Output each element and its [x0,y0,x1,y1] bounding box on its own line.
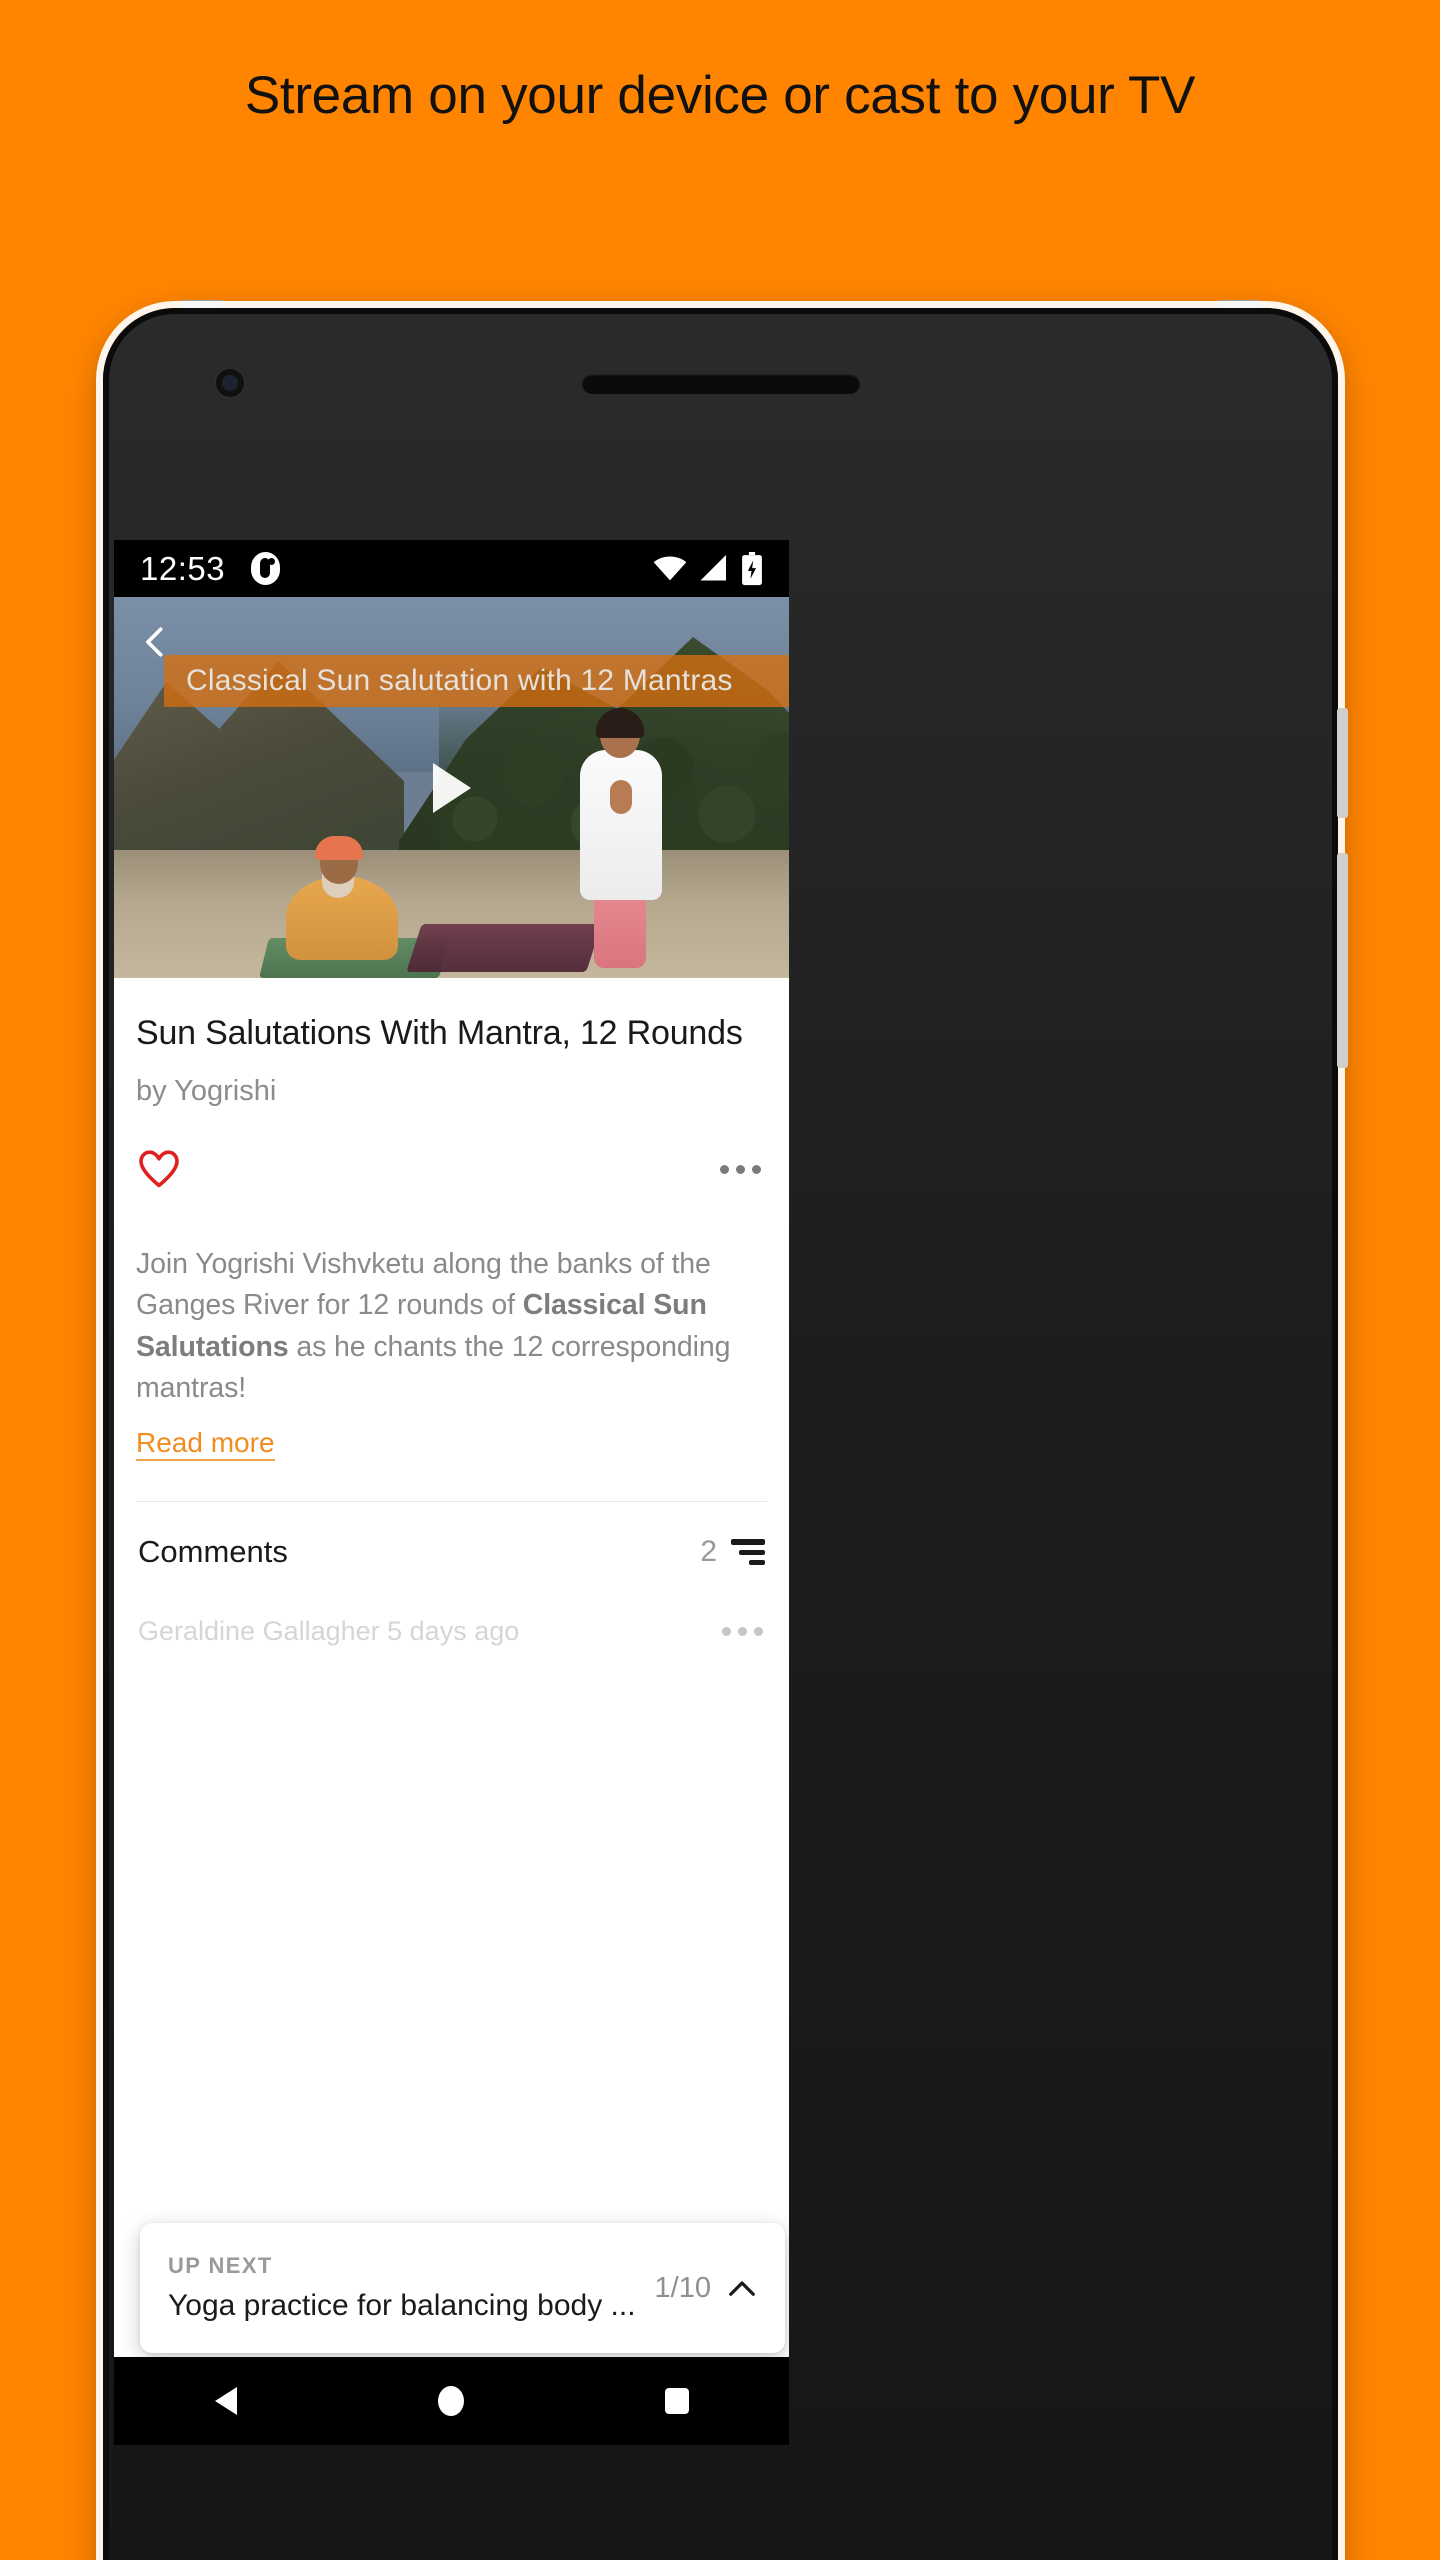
read-more-link[interactable]: Read more [136,1427,275,1462]
page-title: Sun Salutations With Mantra, 12 Rounds [136,1014,743,1052]
up-next-card[interactable]: UP NEXT Yoga practice for balancing body… [140,2223,785,2353]
phone-mockup: 12:53 Classical Sun salutation with 12 M… [103,300,1348,2560]
video-overlay-title: Classical Sun salutation with 12 Mantras [164,655,789,707]
play-icon[interactable] [432,762,471,813]
android-nav-bar [114,2357,789,2445]
video-overlay-title-text: Classical Sun salutation with 12 Mantras [186,664,733,697]
status-bar-time: 12:53 [140,549,226,587]
nav-home-icon[interactable] [437,2386,464,2416]
up-next-controls: 1/10 [655,2272,757,2305]
up-next-info: UP NEXT Yoga practice for balancing body… [168,2253,655,2323]
comment-meta: Geraldine Gallagher 5 days ago [138,1616,520,1647]
battery-charging-icon [742,551,762,585]
comments-controls: 2 [700,1535,765,1569]
front-camera [213,366,247,400]
wifi-icon [653,556,687,580]
chevron-up-icon[interactable] [727,2277,757,2299]
list-item[interactable]: Geraldine Gallagher 5 days ago [136,1570,767,1647]
sort-filter-icon[interactable] [731,1539,765,1566]
page-headline: Stream on your device or cast to your TV [244,65,1196,125]
video-details: Sun Salutations With Mantra, 12 Rounds b… [114,978,789,1648]
video-person-standing [566,706,674,974]
phone-screen: 12:53 Classical Sun salutation with 12 M… [114,540,789,2445]
up-next-counter: 1/10 [654,2271,711,2304]
cellular-signal-icon [700,555,726,581]
power-button[interactable] [1337,853,1348,1068]
earpiece-speaker [581,374,860,394]
video-author: by Yogrishi [136,1075,277,1107]
heart-outline-icon[interactable] [138,1150,180,1188]
more-horizontal-icon[interactable] [718,1157,763,1182]
status-bar-icons [653,551,763,586]
video-person-seated [282,832,402,960]
nav-back-icon[interactable] [214,2387,237,2415]
comments-count: 2 [700,1535,717,1569]
up-next-label: UP NEXT [168,2253,273,2278]
video-actions [136,1108,767,1188]
comments-heading: Comments [138,1534,288,1570]
video-player[interactable]: Classical Sun salutation with 12 Mantras [114,597,789,978]
nav-recents-icon[interactable] [664,2388,689,2414]
up-next-title: Yoga practice for balancing body ... [168,2289,636,2322]
comments-header: Comments 2 [136,1502,767,1570]
app-notification-icon [251,552,281,585]
video-description: Join Yogrishi Vishvketu along the banks … [136,1188,767,1409]
more-horizontal-icon[interactable] [720,1619,765,1644]
volume-button[interactable] [1337,708,1348,818]
status-bar: 12:53 [114,540,789,597]
back-chevron-icon[interactable] [138,625,172,659]
phone-body: 12:53 Classical Sun salutation with 12 M… [103,308,1348,2560]
